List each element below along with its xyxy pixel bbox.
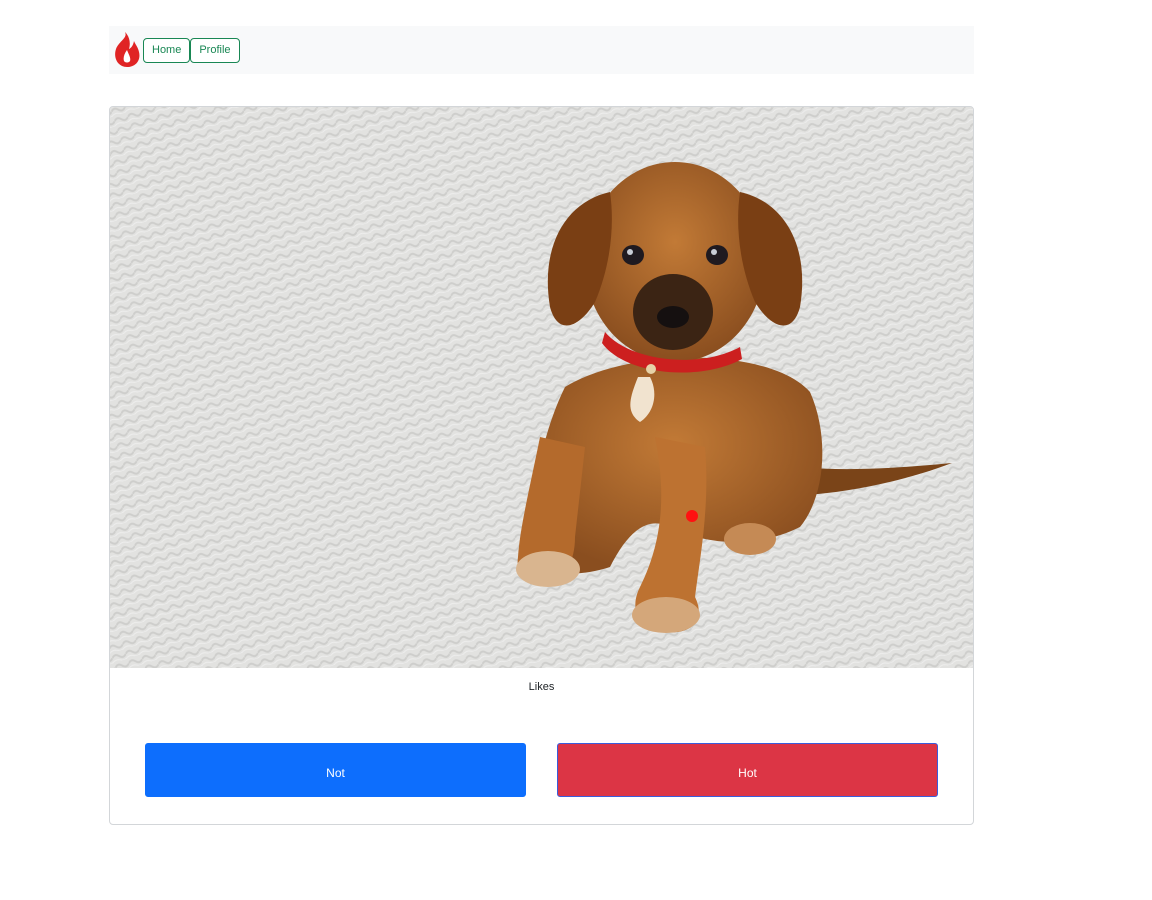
fire-icon[interactable]	[111, 30, 143, 70]
hot-button[interactable]: Hot	[557, 743, 938, 797]
photo-card: Likes Not Hot	[109, 106, 974, 825]
puppy-photo	[110, 107, 973, 668]
likes-label: Likes	[528, 681, 555, 693]
not-button[interactable]: Not	[145, 743, 526, 797]
home-button[interactable]: Home	[143, 37, 191, 63]
profile-button[interactable]: Profile	[190, 37, 240, 63]
navbar: Home Profile	[109, 26, 974, 74]
